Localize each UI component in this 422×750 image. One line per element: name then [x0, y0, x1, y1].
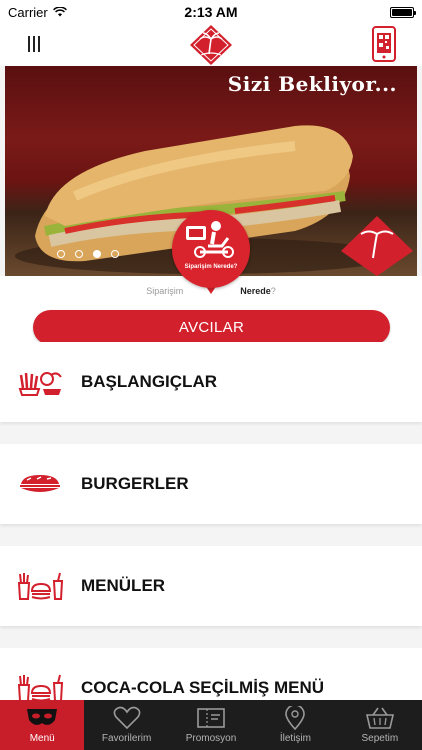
category-menus[interactable]: MENÜLER: [0, 546, 422, 626]
category-label: BAŞLANGIÇLAR: [81, 372, 217, 391]
order-tracker-caption[interactable]: Siparişim Nerede?: [0, 286, 422, 296]
palm-logo-icon[interactable]: [187, 24, 235, 66]
meal-icon: [16, 569, 64, 603]
caption-suffix: ?: [270, 286, 276, 296]
battery-icon: [390, 6, 416, 18]
wifi-icon: [52, 7, 67, 17]
sandwich-icon: [16, 467, 64, 501]
tab-favorites[interactable]: Favorilerim: [84, 700, 168, 750]
tab-label: Sepetim: [361, 733, 399, 744]
location-select-button[interactable]: AVCILAR: [33, 310, 390, 345]
carousel-pager[interactable]: [57, 250, 119, 258]
tab-label: Favorilerim: [101, 733, 152, 744]
coupon-icon: [197, 708, 225, 728]
delivery-scooter-icon: [186, 221, 234, 258]
status-bar: Carrier 2:13 AM: [0, 0, 422, 24]
mask-icon: [27, 709, 58, 725]
tab-promotions[interactable]: Promosyon: [169, 700, 253, 750]
location-pin-icon: [285, 706, 306, 730]
starters-icon: [16, 365, 64, 399]
category-starters[interactable]: BAŞLANGIÇLAR: [0, 342, 422, 422]
hamburger-icon[interactable]: [28, 36, 42, 52]
tab-label: Promosyon: [185, 733, 237, 744]
tab-label: İletişim: [279, 733, 311, 744]
tab-cart[interactable]: Sepetim: [338, 700, 422, 750]
basket-icon: [365, 707, 394, 729]
category-label: COCA-COLA SEÇİLMİŞ MENÜ: [81, 678, 325, 697]
pager-dot[interactable]: [57, 250, 65, 258]
phone-qr-icon[interactable]: [372, 26, 396, 62]
category-burgers[interactable]: BURGERLER: [0, 444, 422, 524]
pager-dot[interactable]: [75, 250, 83, 258]
pager-dot-active[interactable]: [93, 250, 101, 258]
caption-prefix: Siparişim: [146, 286, 184, 296]
carrier-name: Carrier: [8, 4, 48, 20]
tab-menu[interactable]: Menü: [0, 700, 85, 750]
category-label: BURGERLER: [81, 474, 189, 493]
heart-icon: [113, 706, 141, 730]
caption-bold: Nerede: [240, 286, 271, 296]
tab-label: Menü: [29, 733, 55, 744]
pager-dot[interactable]: [111, 250, 119, 258]
carrier-info: Carrier: [8, 5, 67, 20]
tab-bar: Menü Favorilerim Promosyon İletişim Sepe…: [0, 700, 422, 750]
order-tracker-label: Siparişim Nerede?: [184, 264, 238, 270]
app-screen: Carrier 2:13 AM Sizi Bekliyor... Sipariş…: [0, 0, 422, 750]
nav-bar: [0, 24, 422, 66]
category-label: MENÜLER: [81, 576, 166, 595]
tab-contact[interactable]: İletişim: [253, 700, 337, 750]
